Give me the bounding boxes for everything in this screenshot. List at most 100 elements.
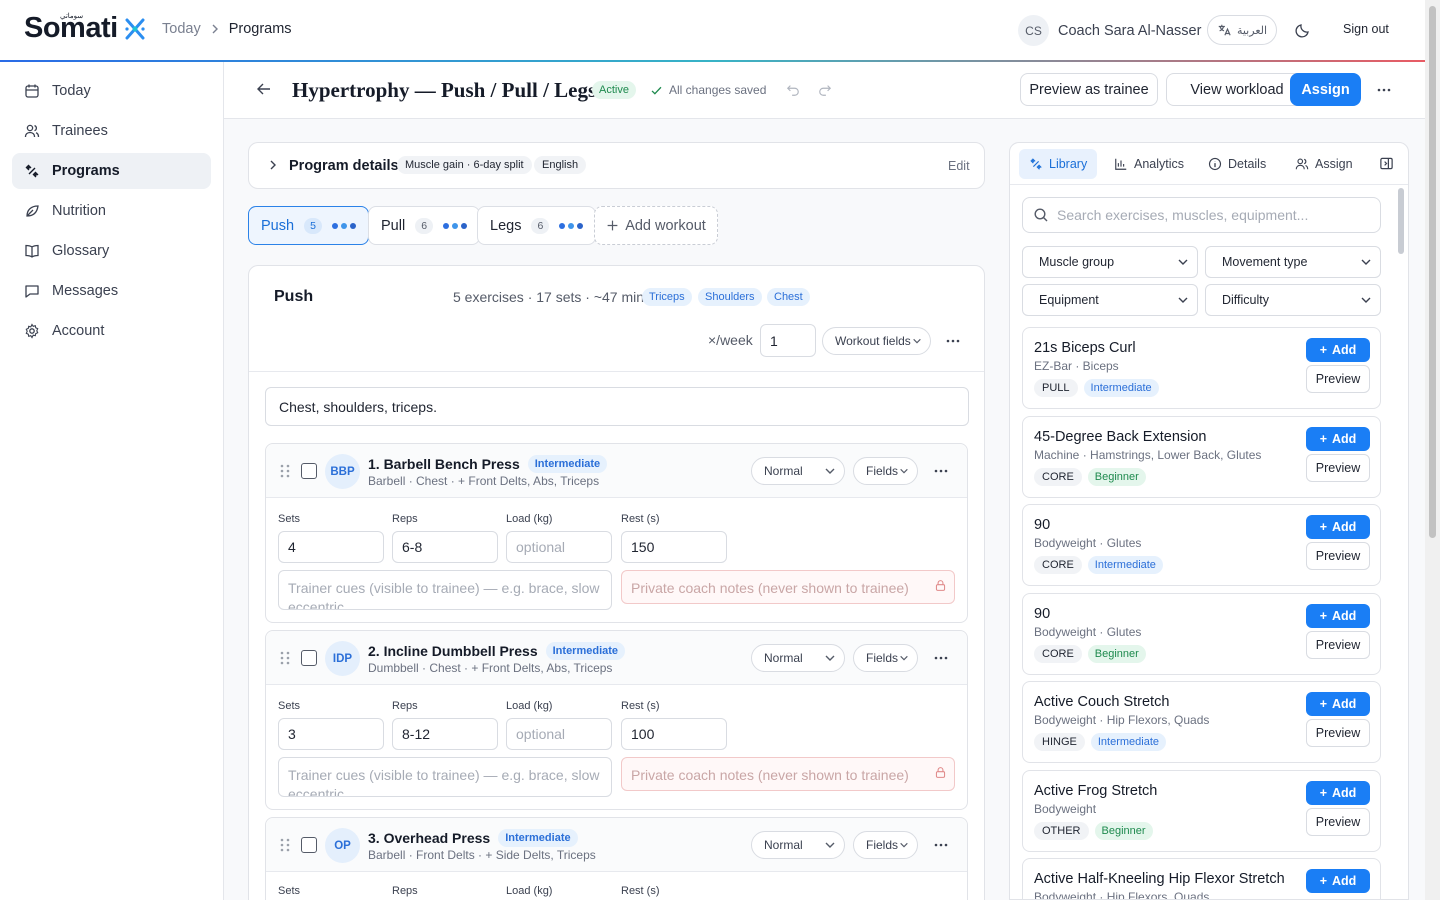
library-item-name: 45-Degree Back Extension — [1034, 429, 1207, 445]
sidebar-item-programs[interactable]: Programs — [12, 153, 211, 189]
equipment-filter[interactable]: Equipment — [1022, 284, 1198, 316]
tab-analytics[interactable]: Analytics — [1104, 149, 1194, 179]
library-item[interactable]: 21s Biceps Curl EZ-Bar · Biceps PULL Inte… — [1022, 327, 1381, 409]
preview-exercise-button[interactable]: Preview — [1306, 454, 1370, 482]
private-notes-input[interactable]: Private coach notes (never shown to trai… — [621, 570, 955, 604]
library-item[interactable]: Active Frog Stretch Bodyweight OTHER Begi… — [1022, 770, 1381, 852]
preview-exercise-button[interactable]: Preview — [1306, 365, 1370, 393]
library-search-input[interactable]: Search exercises, muscles, equipment... — [1022, 197, 1381, 233]
exercise-checkbox[interactable] — [301, 837, 317, 853]
sidebar-item-trainees[interactable]: Trainees — [12, 113, 211, 149]
add-exercise-button[interactable]: + Add — [1306, 515, 1370, 539]
program-details-card[interactable]: Program details Muscle gain · 6-day spli… — [248, 142, 985, 189]
tab-legs[interactable]: Legs 6 — [477, 206, 597, 245]
reps-input[interactable]: 8-12 — [392, 718, 498, 750]
breadcrumb-today[interactable]: Today — [162, 21, 201, 37]
sidebar-item-messages[interactable]: Messages — [12, 273, 211, 309]
library-item-meta: Bodyweight · Hip Flexors, Quads — [1034, 890, 1210, 900]
tab-push[interactable]: Push 5 — [248, 206, 369, 245]
drag-handle-icon[interactable] — [279, 651, 291, 665]
workout-more-icon[interactable] — [945, 333, 961, 349]
panel-scrollbar[interactable] — [1398, 188, 1404, 254]
undo-icon[interactable] — [786, 83, 800, 97]
exercise-checkbox[interactable] — [301, 463, 317, 479]
user-menu[interactable]: CS Coach Sara Al-Nasser — [1018, 15, 1201, 46]
sets-input[interactable]: 4 — [278, 531, 384, 563]
exercise-name[interactable]: 2. Incline Dumbbell Press Intermediate — [368, 642, 626, 660]
rest-input[interactable]: 100 — [621, 718, 727, 750]
users-icon — [1295, 157, 1309, 171]
avatar: CS — [1018, 15, 1049, 46]
trainer-cues-input[interactable]: Trainer cues (visible to trainee) — e.g.… — [278, 757, 612, 797]
set-type-select[interactable]: Normal — [751, 644, 845, 672]
load-input[interactable]: optional — [506, 531, 612, 563]
view-workload-button[interactable]: View workload — [1166, 73, 1308, 106]
tab-pull[interactable]: Pull 6 — [368, 206, 481, 245]
chevron-down-icon — [899, 466, 909, 476]
exercise-fields-select[interactable]: Fields — [853, 831, 918, 859]
load-input[interactable]: optional — [506, 718, 612, 750]
exercise-fields-select[interactable]: Fields — [853, 644, 918, 672]
exercise-name[interactable]: 1. Barbell Bench Press Intermediate — [368, 455, 608, 473]
preview-as-trainee-button[interactable]: Preview as trainee — [1020, 73, 1158, 106]
muscle-group-filter[interactable]: Muscle group — [1022, 246, 1198, 278]
exercise-more-icon[interactable] — [933, 650, 949, 666]
tab-details[interactable]: Details — [1198, 149, 1276, 179]
tab-assign[interactable]: Assign — [1285, 149, 1363, 179]
exercise-more-icon[interactable] — [933, 463, 949, 479]
exercise-fields-select[interactable]: Fields — [853, 457, 918, 485]
library-item[interactable]: 90 Bodyweight · Glutes CORE Intermediate … — [1022, 504, 1381, 586]
add-exercise-button[interactable]: + Add — [1306, 781, 1370, 805]
reps-input[interactable]: 6-8 — [392, 531, 498, 563]
preview-exercise-button[interactable]: Preview — [1306, 719, 1370, 747]
preview-exercise-button[interactable]: Preview — [1306, 631, 1370, 659]
library-item[interactable]: 90 Bodyweight · Glutes CORE Beginner + Add… — [1022, 593, 1381, 675]
add-exercise-button[interactable]: + Add — [1306, 427, 1370, 451]
set-type-select[interactable]: Normal — [751, 457, 845, 485]
library-item[interactable]: 45-Degree Back Extension Machine · Hamst… — [1022, 416, 1381, 498]
sidebar-item-nutrition[interactable]: Nutrition — [12, 193, 211, 229]
add-exercise-button[interactable]: + Add — [1306, 869, 1370, 893]
difficulty-filter[interactable]: Difficulty — [1205, 284, 1381, 316]
per-week-input[interactable]: 1 — [760, 324, 816, 357]
page-scrollbar[interactable] — [1425, 0, 1440, 900]
drag-handle-icon[interactable] — [279, 838, 291, 852]
sidebar-item-today[interactable]: Today — [12, 73, 211, 109]
exercise-more-icon[interactable] — [933, 837, 949, 853]
add-exercise-button[interactable]: + Add — [1306, 692, 1370, 716]
rest-input[interactable]: 150 — [621, 531, 727, 563]
library-item[interactable]: Active Half-Kneeling Hip Flexor Stretch … — [1022, 858, 1381, 900]
preview-exercise-button[interactable]: Preview — [1306, 808, 1370, 836]
exercise-checkbox[interactable] — [301, 650, 317, 666]
edit-details-link[interactable]: Edit — [948, 159, 970, 173]
exercise-name[interactable]: 3. Overhead Press Intermediate — [368, 829, 578, 847]
sidebar-item-glossary[interactable]: Glossary — [12, 233, 211, 269]
arrow-left-icon[interactable] — [256, 81, 272, 97]
drag-handle-icon[interactable] — [279, 464, 291, 478]
moon-icon[interactable] — [1295, 22, 1311, 38]
language-toggle-button[interactable]: العربية — [1207, 15, 1277, 45]
workout-name[interactable]: Push — [274, 288, 313, 306]
preview-exercise-button[interactable]: Preview — [1306, 542, 1370, 570]
movement-type-filter[interactable]: Movement type — [1205, 246, 1381, 278]
collapse-panel-icon[interactable] — [1379, 156, 1394, 171]
trainer-cues-input[interactable]: Trainer cues (visible to trainee) — e.g.… — [278, 570, 612, 610]
library-item[interactable]: Active Couch Stretch Bodyweight · Hip Fl… — [1022, 681, 1381, 763]
private-notes-input[interactable]: Private coach notes (never shown to trai… — [621, 757, 955, 791]
redo-icon[interactable] — [818, 83, 832, 97]
assign-button[interactable]: Assign — [1290, 73, 1361, 106]
sets-input[interactable]: 3 — [278, 718, 384, 750]
more-options-icon[interactable] — [1376, 82, 1392, 98]
tab-library[interactable]: Library — [1019, 149, 1098, 179]
sidebar-item-account[interactable]: Account — [12, 313, 211, 349]
workout-notes-input[interactable]: Chest, shoulders, triceps. — [265, 387, 969, 426]
workout-fields-select[interactable]: Workout fields — [822, 327, 931, 355]
page-title[interactable]: Hypertrophy — Push / Pull / Legs — [292, 78, 596, 103]
add-exercise-button[interactable]: + Add — [1306, 338, 1370, 362]
add-exercise-button[interactable]: + Add — [1306, 604, 1370, 628]
chevron-down-icon — [1360, 294, 1372, 306]
add-workout-button[interactable]: Add workout — [594, 206, 718, 245]
sign-out-button[interactable]: Sign out — [1343, 22, 1389, 36]
tab-label: Legs — [490, 217, 522, 234]
set-type-select[interactable]: Normal — [751, 831, 845, 859]
